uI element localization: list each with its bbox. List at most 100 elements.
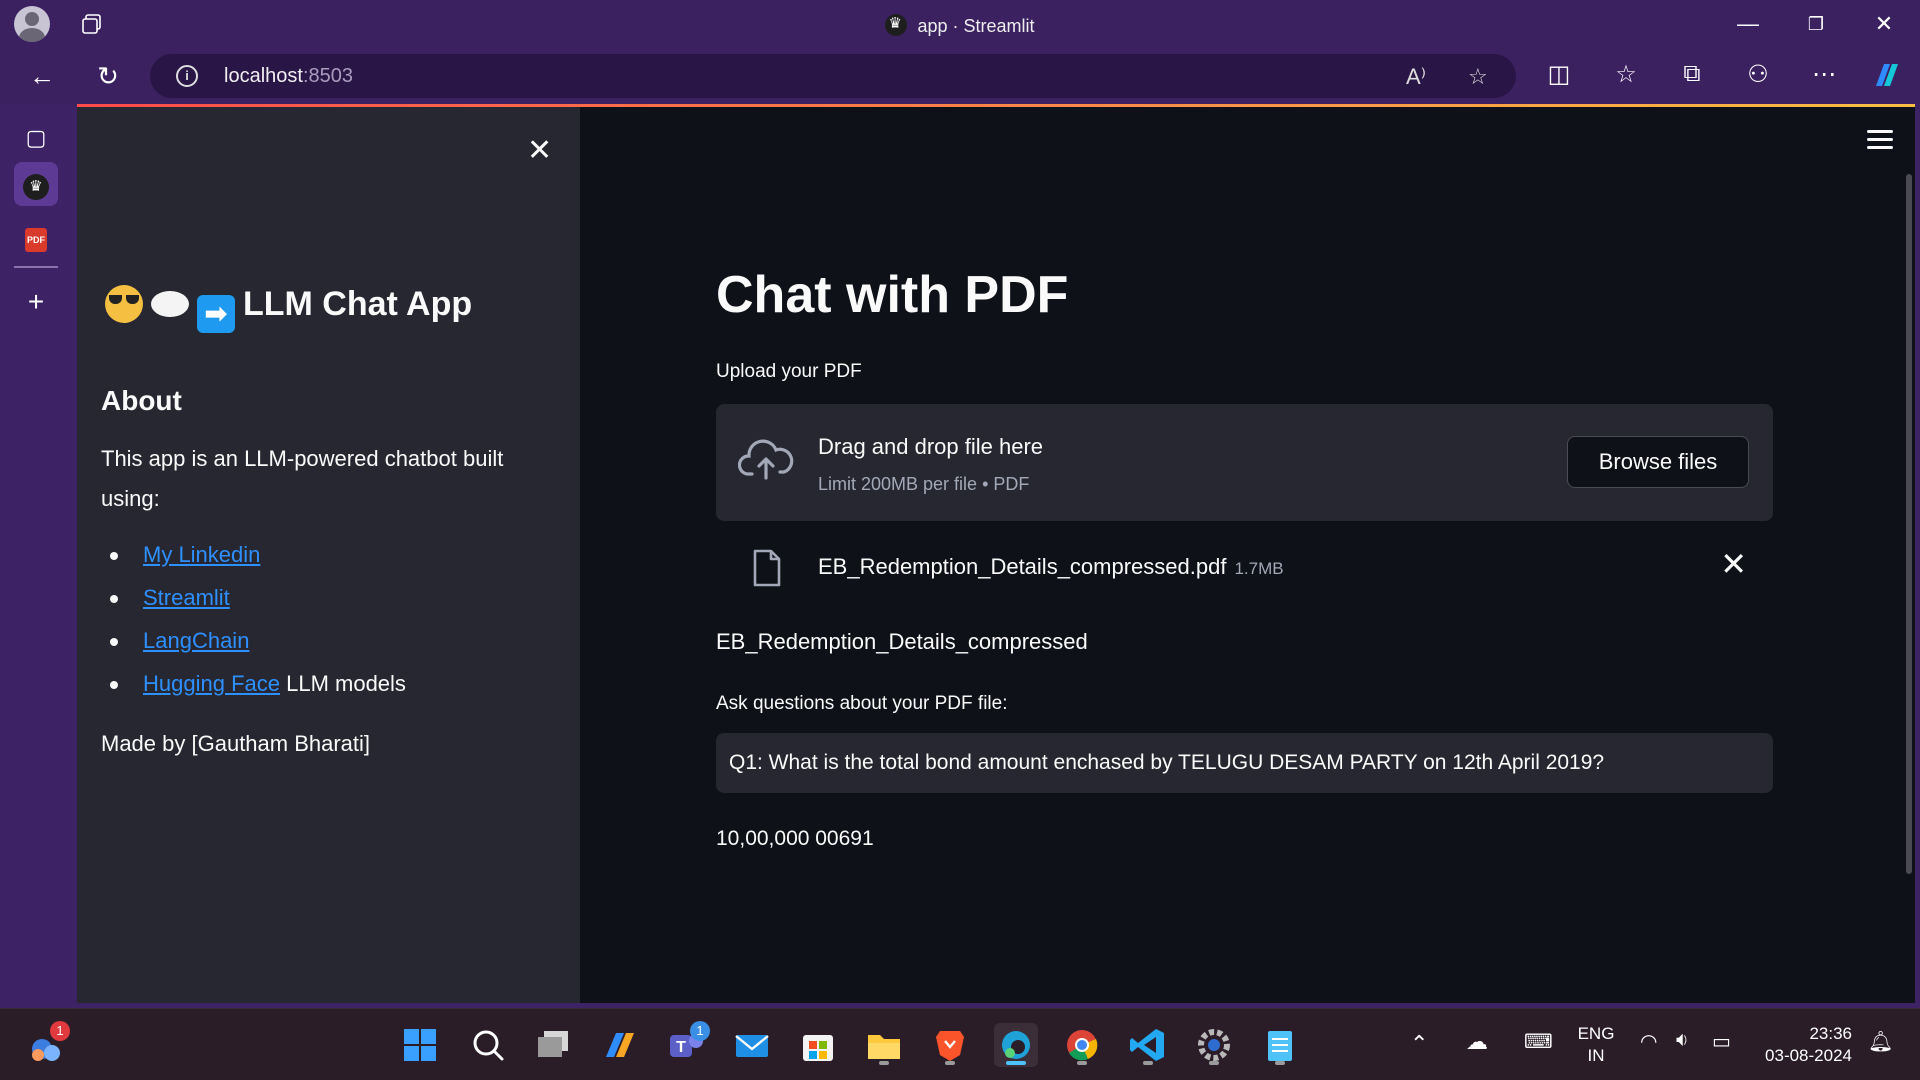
- scrollbar[interactable]: [1906, 174, 1912, 874]
- notepad-icon[interactable]: [1258, 1023, 1302, 1067]
- settings-gear-icon[interactable]: [1192, 1023, 1236, 1067]
- keyboard-icon[interactable]: ⌨: [1524, 1029, 1553, 1054]
- back-button[interactable]: ←: [26, 60, 58, 92]
- edge-icon[interactable]: [994, 1023, 1038, 1067]
- running-indicator: [945, 1061, 955, 1065]
- sidebar-divider: [14, 266, 58, 268]
- task-view-icon[interactable]: [532, 1023, 576, 1067]
- restore-button[interactable]: ❐: [1800, 8, 1832, 40]
- address-bar[interactable]: i localhost:8503 A⁾ ☆: [150, 54, 1516, 98]
- streamlit-tab-icon[interactable]: ♛: [14, 162, 58, 206]
- list-item: LangChain: [101, 619, 541, 662]
- list-item: Hugging Face LLM models: [101, 662, 541, 705]
- cool-face-icon: [105, 285, 143, 323]
- streamlit-link[interactable]: Streamlit: [143, 585, 230, 610]
- notification-badge: 1: [50, 1021, 70, 1041]
- running-indicator: [1077, 1061, 1087, 1065]
- streamlit-sidebar: ✕ ➡ LLM Chat App About This app is an LLM…: [77, 107, 580, 1003]
- about-heading: About: [101, 385, 182, 416]
- battery-icon[interactable]: ▭: [1712, 1029, 1731, 1054]
- brave-icon[interactable]: [928, 1023, 972, 1067]
- hamburger-menu-icon[interactable]: [1867, 130, 1893, 150]
- cloud-upload-icon: [738, 439, 794, 480]
- browser-vertical-sidebar: ▢ ♛ PDF +: [0, 104, 76, 1008]
- window-title: app · Streamlit: [0, 14, 1920, 37]
- langchain-link[interactable]: LangChain: [143, 628, 249, 653]
- hugging-face-link[interactable]: Hugging Face: [143, 671, 280, 696]
- weather-widget-icon[interactable]: 1: [24, 1021, 70, 1067]
- time-text: 23:36: [1809, 1024, 1852, 1043]
- svg-text:T: T: [676, 1039, 686, 1056]
- split-screen-icon[interactable]: ◫: [1543, 60, 1575, 89]
- volume-icon[interactable]: 🔉︎: [1676, 1029, 1689, 1052]
- new-tab-icon[interactable]: +: [14, 280, 58, 324]
- address-port: :8503: [302, 65, 353, 87]
- wifi-icon[interactable]: ◠: [1640, 1029, 1657, 1054]
- chrome-icon[interactable]: [1060, 1023, 1104, 1067]
- pdf-tab-icon[interactable]: PDF: [14, 214, 58, 258]
- copilot-taskbar-icon[interactable]: [598, 1023, 642, 1067]
- window-title-text: app · Streamlit: [917, 16, 1035, 36]
- remove-file-icon[interactable]: ✕: [1720, 545, 1747, 583]
- close-window-button[interactable]: ✕: [1868, 8, 1900, 40]
- question-label: Ask questions about your PDF file:: [716, 693, 1008, 714]
- copilot-icon[interactable]: [1870, 58, 1902, 99]
- dropzone-title: Drag and drop file here: [818, 434, 1044, 459]
- show-hidden-icons-chevron-icon[interactable]: ⌃: [1410, 1031, 1428, 1057]
- file-icon: [753, 549, 781, 587]
- refresh-button[interactable]: ↻: [92, 60, 124, 92]
- running-indicator: [879, 1061, 889, 1065]
- onedrive-icon[interactable]: ☁: [1466, 1029, 1488, 1055]
- app-viewport: ✕ ➡ LLM Chat App About This app is an LLM…: [77, 104, 1915, 1003]
- list-item: My Linkedin: [101, 533, 541, 576]
- linkedin-link[interactable]: My Linkedin: [143, 542, 260, 567]
- tab-actions-icon[interactable]: ▢: [14, 116, 58, 160]
- answer-text: 10,00,000 00691: [716, 827, 874, 850]
- more-options-icon[interactable]: ⋯: [1808, 60, 1840, 89]
- favorites-icon[interactable]: ☆: [1610, 60, 1642, 89]
- about-description: This app is an LLM-powered chatbot built…: [101, 446, 504, 511]
- extensions-icon[interactable]: ⚇: [1742, 60, 1774, 89]
- read-aloud-icon[interactable]: A⁾: [1406, 64, 1426, 90]
- question-input[interactable]: Q1: What is the total bond amount enchas…: [716, 733, 1773, 793]
- language-text: ENG: [1577, 1024, 1615, 1043]
- mail-icon[interactable]: [730, 1023, 774, 1067]
- running-indicator: [1209, 1061, 1219, 1065]
- sidebar-title-text: LLM Chat App: [243, 285, 473, 323]
- language-indicator[interactable]: ENG IN: [1576, 1023, 1616, 1067]
- collections-icon[interactable]: ⧉: [1676, 60, 1708, 88]
- notifications-bell-icon[interactable]: 🔔︎: [1868, 1029, 1893, 1054]
- page-title: Chat with PDF: [716, 266, 1069, 324]
- site-info-icon[interactable]: i: [176, 65, 198, 87]
- windows-start-icon[interactable]: [398, 1023, 442, 1067]
- upload-label: Upload your PDF: [716, 361, 862, 382]
- running-indicator: [1275, 1061, 1285, 1065]
- favorite-star-icon[interactable]: ☆: [1468, 64, 1488, 90]
- search-icon[interactable]: [466, 1023, 510, 1067]
- notification-badge: 1: [690, 1021, 710, 1041]
- file-dropzone[interactable]: Drag and drop file here Limit 200MB per …: [716, 404, 1773, 521]
- clock[interactable]: 23:36 03-08-2024: [1760, 1023, 1852, 1067]
- uploaded-file-name: EB_Redemption_Details_compressed.pdf 1.7M…: [818, 554, 1284, 580]
- microsoft-store-icon[interactable]: [796, 1023, 840, 1067]
- vscode-icon[interactable]: [1126, 1023, 1170, 1067]
- browse-files-button[interactable]: Browse files: [1567, 436, 1749, 488]
- date-text: 03-08-2024: [1765, 1046, 1852, 1065]
- arrow-right-icon: ➡: [197, 295, 235, 333]
- region-text: IN: [1587, 1046, 1605, 1065]
- file-size: 1.7MB: [1234, 559, 1284, 578]
- teams-icon[interactable]: T 1: [664, 1021, 710, 1067]
- browser-title-bar: app · Streamlit — ❐ ✕: [0, 0, 1920, 48]
- running-indicator: [1143, 1061, 1153, 1065]
- sidebar-title: ➡ LLM Chat App: [105, 285, 472, 333]
- links-list: My Linkedin Streamlit LangChain Hugging …: [101, 533, 541, 705]
- file-explorer-icon[interactable]: [862, 1023, 906, 1067]
- running-indicator: [1006, 1061, 1026, 1065]
- file-name-text: EB_Redemption_Details_compressed.pdf: [818, 554, 1227, 579]
- minimize-button[interactable]: —: [1732, 8, 1764, 40]
- taskbar: 1 T 1 ⌃ ☁ ⌨ ENG IN ◠ 🔉︎ ▭ 23:36 03-08-20…: [0, 1008, 1920, 1080]
- address-url[interactable]: localhost:8503: [224, 65, 353, 88]
- dropzone-limit: Limit 200MB per file • PDF: [818, 474, 1030, 494]
- list-item-suffix: LLM models: [279, 671, 406, 696]
- close-sidebar-icon[interactable]: ✕: [527, 133, 552, 168]
